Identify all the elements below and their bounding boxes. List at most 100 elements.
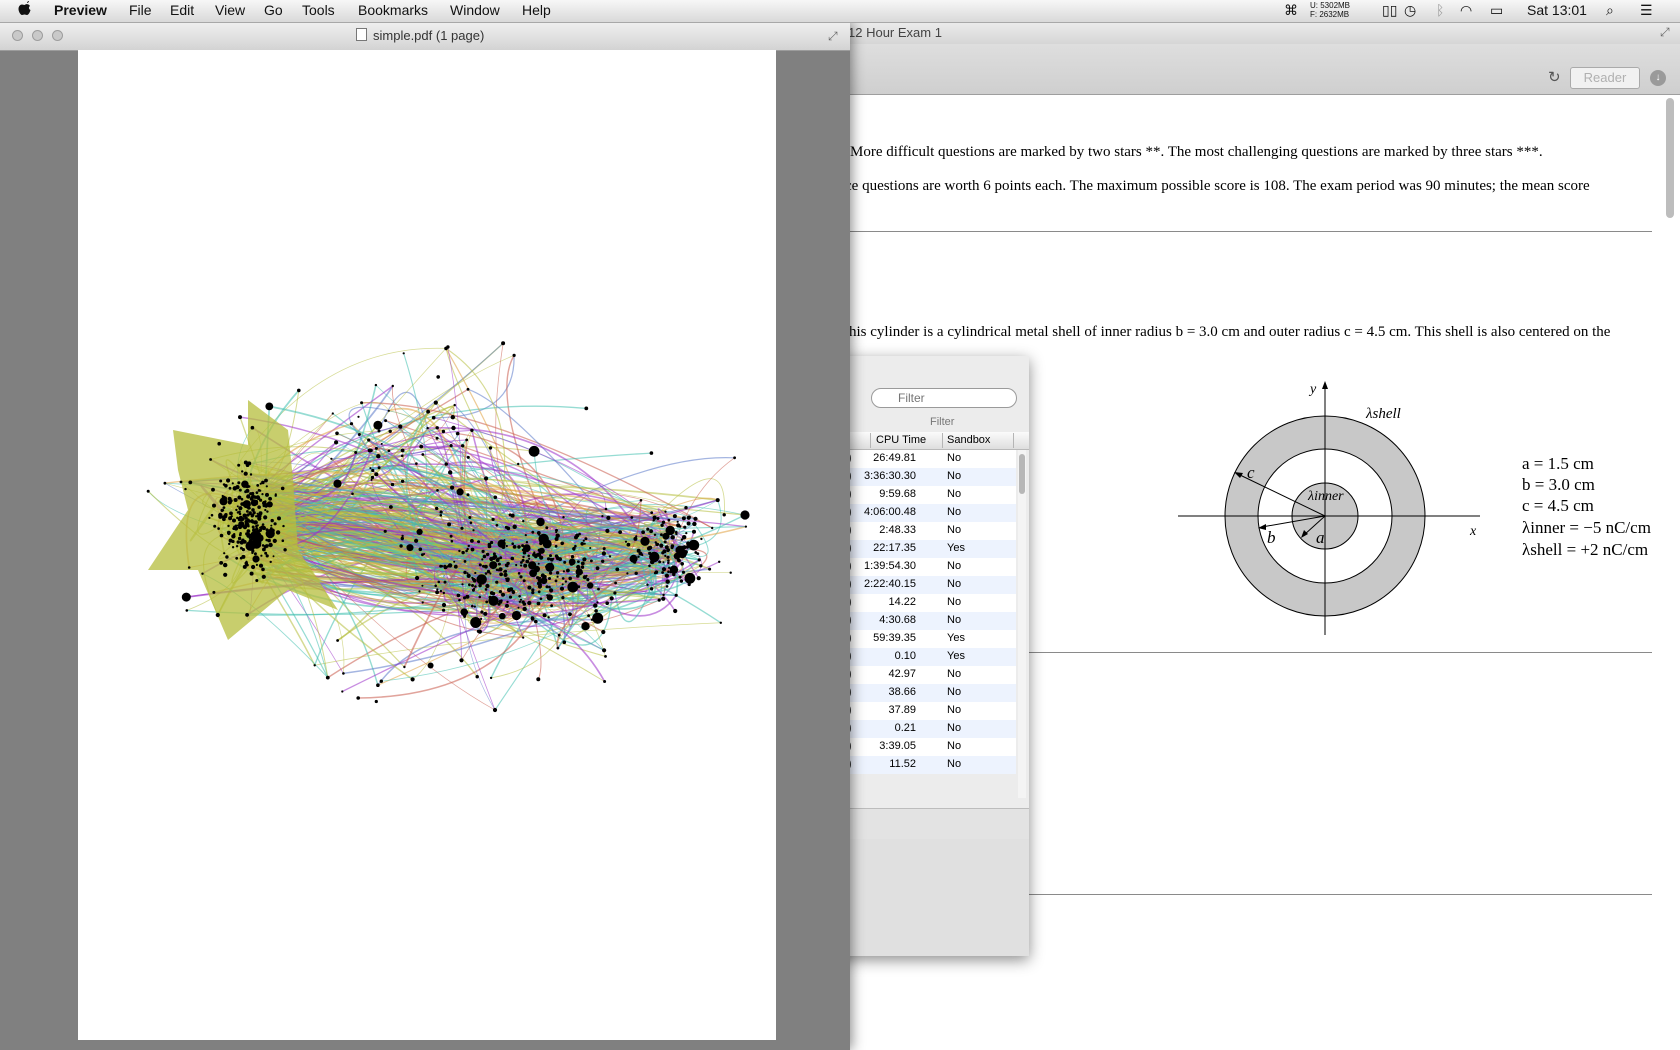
cpu-time-cell: 42.97 [888, 668, 916, 680]
divider [1029, 652, 1652, 653]
zoom-button[interactable] [52, 30, 63, 41]
memory-used: U: 5302MB [1310, 1, 1351, 10]
cpu-time-cell: 3:39.05 [879, 740, 916, 752]
cpu-time-cell: 1:39:54.30 [864, 560, 916, 572]
document-icon [356, 28, 367, 41]
equation-lambda-inner: λinner = −5 nC/cm [1522, 518, 1651, 537]
cpu-time-cell: 3:36:30.30 [864, 470, 916, 482]
downloads-icon[interactable]: ↓ [1650, 70, 1666, 86]
process-table-scrollbar[interactable] [1018, 450, 1026, 798]
divider [850, 231, 1652, 232]
menu-app-name[interactable]: Preview [54, 2, 107, 18]
fullscreen-icon[interactable]: ⤢ [828, 29, 838, 44]
sandbox-cell: No [947, 686, 962, 698]
battery-icon[interactable]: ▭ [1490, 2, 1503, 19]
cpu-time-cell: 14.22 [888, 596, 916, 608]
menu-tools[interactable]: Tools [302, 2, 335, 18]
sandbox-cell: No [947, 524, 962, 536]
menu-extra-icon[interactable]: ⌘ [1284, 2, 1298, 19]
cpu-time-cell: 26:49.81 [873, 452, 916, 464]
minimize-button[interactable] [32, 30, 43, 41]
notification-center-icon[interactable]: ☰ [1640, 2, 1653, 19]
memory-monitor[interactable]: U: 5302MB F: 2632MB [1310, 1, 1350, 19]
menu-go[interactable]: Go [264, 2, 283, 18]
browser-titlebar: 12 Hour Exam 1 ⤢ [760, 22, 1680, 44]
column-separator[interactable] [870, 433, 871, 448]
column-separator[interactable] [1013, 433, 1014, 448]
preview-title: simple.pdf (1 page) [356, 28, 484, 43]
sandbox-cell: No [947, 668, 962, 680]
column-cpu-time[interactable]: CPU Time [876, 434, 926, 446]
reload-icon[interactable]: ↻ [1548, 68, 1561, 86]
axis-x-label: x [1469, 524, 1477, 539]
menu-help[interactable]: Help [522, 2, 551, 18]
menu-view[interactable]: View [215, 2, 245, 18]
sandbox-cell: No [947, 452, 962, 464]
sandbox-cell: No [947, 614, 962, 626]
sandbox-cell: Yes [947, 632, 965, 644]
apple-menu-icon[interactable] [18, 1, 31, 22]
sandbox-cell: No [947, 758, 962, 770]
label-b: b [1267, 528, 1276, 547]
label-inner: λinner [1307, 489, 1344, 504]
preview-title-text: simple.pdf (1 page) [373, 28, 485, 43]
browser-toolbar: ↻ Reader ↓ [760, 44, 1680, 95]
memory-free: F: 2632MB [1310, 10, 1350, 19]
label-a: a [1316, 528, 1325, 547]
close-button[interactable] [12, 30, 23, 41]
column-separator[interactable] [942, 433, 943, 448]
equation-a: a = 1.5 cm [1522, 454, 1594, 473]
wifi-icon[interactable]: ◠ [1460, 2, 1472, 19]
bluetooth-icon[interactable]: ᛒ [1436, 2, 1444, 18]
sandbox-cell: No [947, 704, 962, 716]
sandbox-cell: No [947, 506, 962, 518]
equation-lambda-shell: λshell = +2 nC/cm [1522, 540, 1649, 559]
equation-b: b = 3.0 cm [1522, 475, 1595, 494]
cpu-time-cell: 11.52 [889, 758, 916, 770]
exam-paragraph-1: *. More difficult questions are marked b… [835, 144, 1543, 160]
sandbox-cell: No [947, 578, 962, 590]
preview-window: simple.pdf (1 page) ⤢ [0, 22, 850, 1050]
clock[interactable]: Sat 13:01 [1527, 2, 1587, 18]
time-machine-icon[interactable]: ◷ [1404, 2, 1416, 19]
menu-window[interactable]: Window [450, 2, 500, 18]
divider [1029, 894, 1652, 895]
cpu-time-cell: 2:48.33 [879, 524, 916, 536]
cpu-time-cell: 37.89 [888, 704, 916, 716]
pdf-page [78, 50, 776, 1040]
sandbox-cell: No [947, 596, 962, 608]
sandbox-cell: No [947, 470, 962, 482]
column-sandbox[interactable]: Sandbox [947, 434, 990, 446]
filter-search-input[interactable] [871, 388, 1017, 408]
preview-titlebar: simple.pdf (1 page) ⤢ [0, 22, 850, 51]
cpu-time-cell: 9:59.68 [879, 488, 916, 500]
scrollbar-thumb[interactable] [1019, 454, 1025, 494]
menu-edit[interactable]: Edit [170, 2, 194, 18]
cpu-time-cell: 4:30.68 [879, 614, 916, 626]
reader-button[interactable]: Reader [1570, 67, 1640, 89]
browser-scrollbar[interactable] [1666, 98, 1674, 218]
cpu-time-cell: 2:22:40.15 [864, 578, 916, 590]
cpu-time-cell: 4:06:00.48 [864, 506, 916, 518]
exam-paragraph-3: his cylinder is a cylindrical metal shel… [849, 324, 1611, 340]
cpu-time-cell: 0.10 [894, 650, 916, 662]
cpu-bars-icon[interactable]: ▯▯ [1382, 2, 1397, 19]
sandbox-cell: No [947, 740, 962, 752]
cpu-time-cell: 22:17.35 [873, 542, 916, 554]
label-shell: λshell [1365, 406, 1401, 422]
spotlight-search-icon[interactable]: ⌕ [1606, 2, 1614, 19]
cpu-time-cell: 0.21 [894, 722, 916, 734]
equation-c: c = 4.5 cm [1522, 496, 1594, 515]
menu-file[interactable]: File [129, 2, 152, 18]
browser-title: 12 Hour Exam 1 [848, 25, 942, 40]
fullscreen-icon[interactable]: ⤢ [1660, 25, 1670, 40]
cylinder-figure: x y λshell λinner a b c [1178, 381, 1480, 635]
label-c: c [1247, 463, 1255, 482]
sandbox-cell: Yes [947, 542, 965, 554]
menu-bookmarks[interactable]: Bookmarks [358, 2, 428, 18]
axis-y-label: y [1308, 382, 1317, 397]
network-graph [146, 341, 750, 713]
cpu-time-cell: 59:39.35 [873, 632, 916, 644]
sandbox-cell: No [947, 560, 962, 572]
sandbox-cell: Yes [947, 650, 965, 662]
